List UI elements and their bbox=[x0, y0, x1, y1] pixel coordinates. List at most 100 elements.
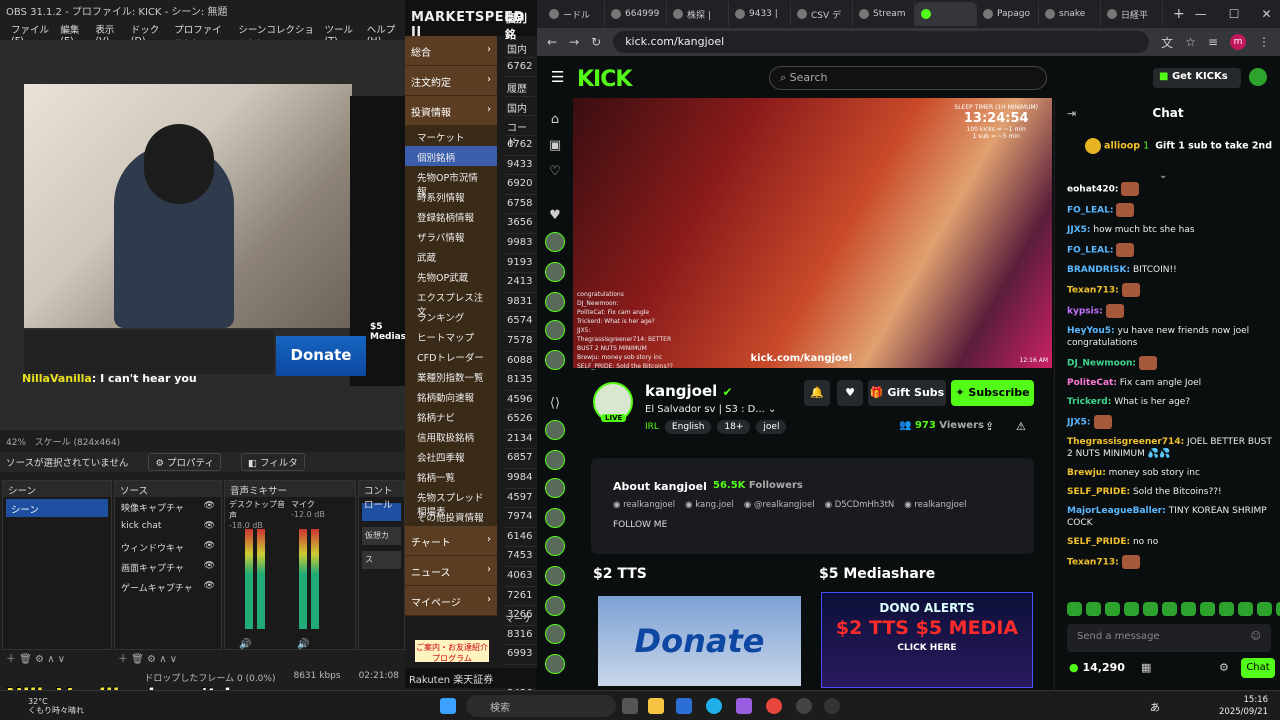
ms-section[interactable]: 総合 › bbox=[405, 36, 497, 66]
stock-code[interactable]: 8316 bbox=[505, 626, 537, 646]
emote-icon[interactable] bbox=[1162, 602, 1177, 616]
browser-tab[interactable]: 株探 | bbox=[667, 2, 729, 26]
social-link[interactable]: ◉ D5CDmHh3tN bbox=[825, 500, 895, 510]
sidebar-channel-avatar[interactable] bbox=[545, 654, 565, 674]
chat-username[interactable]: PoliteCat: bbox=[1067, 378, 1117, 388]
new-tab-button[interactable]: + bbox=[1163, 6, 1195, 22]
social-link[interactable]: ◉ @realkangjoel bbox=[744, 500, 815, 510]
chat-username[interactable]: Texan713: bbox=[1067, 558, 1119, 568]
volume-icon[interactable]: 🔊 bbox=[297, 639, 309, 650]
stock-code[interactable]: 4597 bbox=[505, 489, 537, 509]
expand-icon[interactable]: ⟨⟩ bbox=[546, 396, 564, 414]
ms-section[interactable]: 注文約定 › bbox=[405, 66, 497, 96]
sidebar-channel-avatar[interactable] bbox=[545, 536, 565, 556]
stock-code[interactable]: 6857 bbox=[505, 449, 537, 470]
emote-icon[interactable] bbox=[1105, 602, 1120, 616]
stock-code[interactable]: 2134 bbox=[505, 430, 537, 450]
ms-menu-item[interactable]: 武蔵 bbox=[405, 246, 497, 266]
menu-dots-icon[interactable]: ⋮ bbox=[1258, 35, 1270, 49]
chat-username[interactable]: Thegrassisgreener714: bbox=[1067, 437, 1184, 447]
chat-username[interactable]: FO_LEAL: bbox=[1067, 246, 1113, 256]
ms-section[interactable]: ニュース › bbox=[405, 556, 497, 586]
browser-tab[interactable]: Stream bbox=[853, 2, 915, 26]
chat-username[interactable]: Trickerd: bbox=[1067, 397, 1111, 407]
user-avatar[interactable] bbox=[1249, 68, 1267, 86]
sidebar-channel-avatar[interactable] bbox=[545, 292, 565, 312]
channel-name[interactable]: kangjoel ✔ bbox=[645, 382, 733, 400]
emote-icon[interactable] bbox=[1257, 602, 1272, 616]
stock-code[interactable]: 8135 bbox=[505, 371, 537, 391]
menu-item[interactable]: 表示(V) bbox=[90, 20, 125, 47]
emote-icon[interactable] bbox=[1238, 602, 1253, 616]
chat-username[interactable]: SELF_PRIDE: bbox=[1067, 487, 1130, 497]
ms-menu-item[interactable]: ヒートマップ bbox=[405, 326, 497, 346]
sidebar-channel-avatar[interactable] bbox=[545, 450, 565, 470]
ms-menu-item[interactable]: 銘柄ナビ bbox=[405, 406, 497, 426]
ms-menu-item[interactable]: 登録銘柄情報 bbox=[405, 206, 497, 226]
ms-menu-item[interactable]: 先物スプレッド相場表 bbox=[405, 486, 497, 518]
menu-item[interactable]: シーンコレクション(S) bbox=[233, 20, 319, 50]
kick-search-input[interactable]: ⌕ Search bbox=[769, 66, 1047, 90]
stock-code[interactable]: 国内 bbox=[505, 38, 537, 58]
home-icon[interactable]: ⌂ bbox=[546, 112, 564, 130]
stock-code[interactable]: 6758 bbox=[505, 195, 537, 215]
stock-code[interactable]: 9433 bbox=[505, 156, 537, 176]
stock-code[interactable]: 履歴 bbox=[505, 77, 537, 97]
browser-tab[interactable]: 日経平 bbox=[1101, 2, 1163, 26]
ms-menu-item[interactable]: 業種別指数一覧 bbox=[405, 366, 497, 386]
emote-icon[interactable] bbox=[1143, 602, 1158, 616]
chat-send-button[interactable]: Chat bbox=[1241, 658, 1275, 678]
sidebar-channel-avatar[interactable] bbox=[545, 566, 565, 586]
marketspeed-app-icon[interactable] bbox=[824, 698, 840, 714]
stock-code[interactable]: 6762 bbox=[505, 136, 537, 156]
store-icon[interactable]: ▦ bbox=[1141, 661, 1151, 674]
settings-gear-icon[interactable]: ⚙ bbox=[1219, 661, 1229, 674]
stock-code[interactable]: 6993 bbox=[505, 645, 537, 665]
browser-tab[interactable]: CSV デ bbox=[791, 2, 853, 26]
follow-heart-icon[interactable]: ♥ bbox=[837, 380, 863, 406]
scene-add-icon[interactable]: ＋ 🗑 ⚙ ∧ ∨ bbox=[6, 650, 65, 666]
gift-subs-button[interactable]: 🎁 Gift Subs bbox=[868, 380, 946, 406]
chat-username[interactable]: JJX5: bbox=[1067, 225, 1091, 235]
ms-menu-item[interactable]: 先物OP市況情報 bbox=[405, 166, 497, 198]
chrome-icon[interactable] bbox=[766, 698, 782, 714]
emote-icon[interactable] bbox=[1219, 602, 1234, 616]
source-item[interactable]: 映像キャプチャ 👁 bbox=[115, 497, 221, 517]
stock-code[interactable]: 7578 bbox=[505, 332, 537, 352]
eye-icon[interactable]: 👁 bbox=[204, 581, 215, 593]
emote-icon[interactable] bbox=[1067, 602, 1082, 616]
copilot-icon[interactable] bbox=[736, 698, 752, 714]
virtual-camera-button[interactable]: 仮想カ bbox=[362, 527, 401, 545]
source-add-icon[interactable]: ＋ 🗑 ⚙ ∧ ∨ bbox=[118, 650, 177, 666]
pinned-gift-banner[interactable]: allioop 1 Gift 1 sub to take 2nd bbox=[1085, 138, 1275, 166]
stock-code[interactable]: 6088 bbox=[505, 352, 537, 372]
stock-code[interactable]: コード bbox=[505, 116, 537, 149]
emote-icon[interactable] bbox=[1124, 602, 1139, 616]
sidebar-channel-avatar[interactable] bbox=[545, 232, 565, 252]
report-icon[interactable]: ⚠ bbox=[1016, 420, 1026, 433]
translate-icon[interactable]: 文 bbox=[1161, 34, 1173, 51]
sidebar-channel-avatar[interactable] bbox=[545, 624, 565, 644]
stock-code[interactable]: 6762 bbox=[505, 58, 537, 78]
stock-code[interactable]: 6920 bbox=[505, 175, 537, 195]
category-tag[interactable]: IRL bbox=[645, 420, 659, 434]
chat-username[interactable]: Brewju: bbox=[1067, 468, 1106, 478]
source-item[interactable]: 画面キャプチャ 👁 bbox=[115, 557, 221, 577]
browser-tab[interactable]: 9433 | bbox=[729, 2, 791, 26]
social-link[interactable]: ◉ realkangjoel bbox=[904, 500, 966, 510]
start-icon[interactable] bbox=[440, 698, 456, 714]
emote-icon[interactable] bbox=[1276, 602, 1280, 616]
stock-code[interactable]: 7453 bbox=[505, 547, 537, 568]
browser-tab[interactable] bbox=[915, 2, 977, 26]
chat-username[interactable]: SELF_PRIDE: bbox=[1067, 537, 1130, 547]
menu-item[interactable]: ドック(D) bbox=[126, 20, 169, 47]
ms-menu-item[interactable]: マーケット bbox=[405, 126, 497, 146]
stock-code[interactable]: 7974 bbox=[505, 508, 537, 528]
sidebar-channel-avatar[interactable] bbox=[545, 508, 565, 528]
subscribe-button[interactable]: ✦ Subscribe bbox=[951, 380, 1034, 406]
emoji-icon[interactable]: ☺ bbox=[1251, 631, 1261, 642]
sidebar-channel-avatar[interactable] bbox=[545, 420, 565, 440]
menu-item[interactable]: 編集(E) bbox=[55, 20, 90, 47]
stream-title[interactable]: El Salvador sv | S3 : D... ⌄ bbox=[645, 404, 776, 415]
emote-icon[interactable] bbox=[1181, 602, 1196, 616]
